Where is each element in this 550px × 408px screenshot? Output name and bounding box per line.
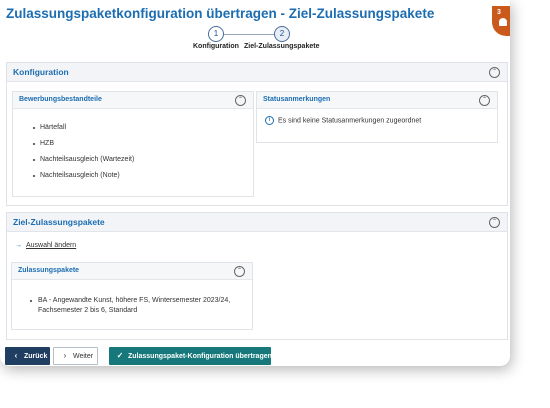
chevron-up-icon[interactable]: ⌃ (234, 266, 245, 277)
zulassungspaket-line-1: BA - Angewandte Kunst, höhere FS, Winter… (38, 297, 231, 304)
back-button-label: Zurück (24, 353, 48, 360)
zulassungspakete-panel: Zulassungspakete ⌃ BA - Angewandte Kunst… (11, 262, 253, 330)
bewerbungsbestandteile-header[interactable]: Bewerbungsbestandteile ⌃ (13, 92, 253, 109)
submit-button-label: Zulassungspaket-Konfiguration übertragen (128, 353, 272, 360)
footer-toolbar: ‹ Zurück › Weiter ✓ Zulassungspaket-Konfigu… (0, 340, 510, 366)
next-button-label: Weiter (73, 353, 94, 360)
statusanmerkungen-text: Es sind keine Statusanmerkungen zugeordn… (278, 117, 422, 125)
back-button[interactable]: ‹ Zurück (5, 347, 50, 365)
chevron-right-icon: › (63, 351, 67, 360)
bewerbungsbestandteile-panel: Bewerbungsbestandteile ⌃ Härtefall HZB N… (12, 91, 254, 197)
zulassungspaket-line-2: Fachsemester 2 bis 6, Standard (38, 307, 138, 314)
chevron-up-icon[interactable]: ⌃ (489, 67, 500, 78)
auswahl-aendern-label: Auswahl ändern (26, 242, 77, 249)
statusanmerkungen-message: i Es sind keine Statusanmerkungen zugeord… (265, 116, 421, 125)
list-item: Nachteilsausgleich (Wartezeit) (33, 156, 134, 163)
auswahl-aendern-link[interactable]: → Auswahl ändern (15, 242, 76, 249)
statusanmerkungen-title: Statusanmerkungen (263, 96, 331, 103)
list-item: Nachteilsausgleich (Note) (33, 172, 134, 179)
list-item: HZB (33, 140, 134, 147)
step-2-label: Ziel-Zulassungspakete (244, 43, 320, 50)
notification-count: 3 (497, 9, 501, 16)
statusanmerkungen-header[interactable]: Statusanmerkungen ⌃ (257, 92, 497, 109)
arrow-right-icon: → (15, 242, 22, 249)
step-1-circle[interactable]: 1 (208, 26, 224, 42)
bell-icon (499, 18, 507, 26)
page-title: Zulassungspaketkonfiguration übertragen … (6, 6, 435, 21)
konfiguration-section: Konfiguration ⌃ Bewerbungsbestandteile ⌃… (6, 62, 508, 206)
chevron-up-icon[interactable]: ⌃ (235, 95, 246, 106)
step-1-label: Konfiguration (193, 43, 239, 50)
info-icon: i (265, 116, 274, 125)
submit-button[interactable]: ✓ Zulassungspaket-Konfiguration übertrage… (109, 347, 272, 365)
bewerbungsbestandteile-list: Härtefall HZB Nachteilsausgleich (Wartez… (33, 124, 134, 188)
konfiguration-header[interactable]: Konfiguration ⌃ (7, 63, 507, 82)
stepper: 1 2 Konfiguration Ziel-Zulassungspakete (190, 26, 330, 52)
next-button[interactable]: › Weiter (53, 347, 98, 365)
chevron-left-icon: ‹ (14, 351, 18, 360)
zulassungspakete-title: Zulassungspakete (18, 267, 80, 274)
chevron-up-icon[interactable]: ⌃ (479, 95, 490, 106)
step-2-circle[interactable]: 2 (274, 26, 290, 42)
check-icon: ✓ (116, 351, 124, 360)
chevron-up-icon[interactable]: ⌃ (489, 217, 500, 228)
statusanmerkungen-panel: Statusanmerkungen ⌃ i Es sind keine Statu… (256, 91, 498, 143)
konfiguration-title: Konfiguration (13, 67, 69, 77)
bewerbungsbestandteile-title: Bewerbungsbestandteile (19, 96, 102, 103)
dialog-window: Zulassungspaketkonfiguration übertragen … (0, 0, 510, 366)
list-item: Härtefall (33, 124, 134, 131)
ziel-zulassungspakete-header[interactable]: Ziel-Zulassungspakete ⌃ (7, 213, 507, 232)
zulassungspakete-header[interactable]: Zulassungspakete ⌃ (12, 263, 252, 280)
ziel-zulassungspakete-title: Ziel-Zulassungspakete (13, 217, 105, 227)
notification-button[interactable]: 3 (492, 6, 510, 36)
zulassungspaket-entry: BA - Angewandte Kunst, höhere FS, Winter… (29, 296, 231, 316)
